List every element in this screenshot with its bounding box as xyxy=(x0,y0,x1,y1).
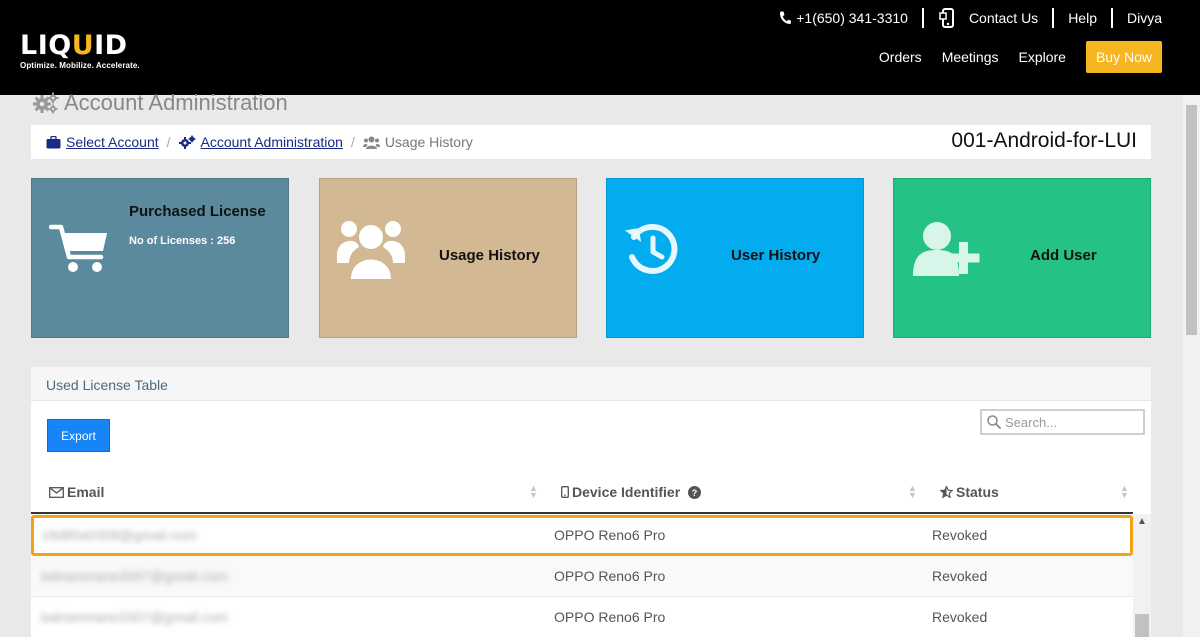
row-device: OPPO Reno6 Pro xyxy=(554,527,666,543)
search-input[interactable] xyxy=(1005,414,1135,430)
sort-status-icon[interactable]: ▲ ▼ xyxy=(1120,484,1129,500)
scroll-up-arrow[interactable]: ▲ xyxy=(1137,516,1147,527)
row-email: 18d85a0308@gmail.com xyxy=(41,527,197,543)
tile-add-user-title: Add User xyxy=(1030,247,1097,264)
contact-label: Contact Us xyxy=(968,10,1039,26)
user-menu[interactable]: Divya xyxy=(1113,8,1162,28)
logo-wordmark: LIQUID xyxy=(20,30,128,61)
crumb-account-admin: Account Administration xyxy=(178,134,343,150)
liquid-logo[interactable]: LIQUID Optimize. Mobilize. Accelerate. xyxy=(20,30,140,71)
mobile-icon xyxy=(561,486,569,498)
crumb-separator: / xyxy=(166,134,171,150)
top-links: +1(650) 341-3310 Contact Us Help Divya xyxy=(765,6,1162,30)
logo-tagline: Optimize. Mobilize. Accelerate. xyxy=(20,61,140,70)
crumb-current: Usage History xyxy=(362,134,473,150)
briefcase-icon xyxy=(46,135,61,148)
users-icon xyxy=(362,136,380,149)
search-box xyxy=(980,409,1145,435)
current-page-label: Usage History xyxy=(384,134,473,150)
phone-link[interactable]: +1(650) 341-3310 xyxy=(765,8,922,28)
row-email: balrammane3307@gmail.com xyxy=(41,609,228,625)
tile-purchased-title: Purchased License xyxy=(129,203,266,220)
table-row[interactable]: 18d85a0308@gmail.com OPPO Reno6 Pro Revo… xyxy=(31,515,1133,556)
tile-purchased-license[interactable]: Purchased License No of Licenses : 256 xyxy=(31,178,289,338)
users-icon xyxy=(337,221,405,279)
select-account-link[interactable]: Select Account xyxy=(66,134,159,150)
device-header-label: Device Identifier xyxy=(572,484,681,500)
column-header-email[interactable]: Email xyxy=(49,484,104,500)
row-email: balrammane3307@gmail.com xyxy=(41,568,228,584)
nav-meetings[interactable]: Meetings xyxy=(942,49,999,65)
svg-text:?: ? xyxy=(692,488,698,498)
sort-device-icon[interactable]: ▲ ▼ xyxy=(908,484,917,500)
table-row[interactable]: balrammane3307@gmail.com OPPO Reno6 Pro … xyxy=(31,597,1133,637)
header-underline xyxy=(31,512,1133,514)
star-half-icon xyxy=(940,486,953,498)
scroll-thumb[interactable] xyxy=(1135,614,1149,637)
main-nav: Orders Meetings Explore Buy Now xyxy=(859,41,1162,73)
page-scrollbar[interactable] xyxy=(1183,95,1200,637)
tile-usage-title: Usage History xyxy=(439,247,540,264)
mobile-icon xyxy=(939,8,954,28)
export-button[interactable]: Export xyxy=(47,419,110,452)
row-device: OPPO Reno6 Pro xyxy=(554,568,666,584)
envelope-icon xyxy=(49,486,64,498)
contact-link[interactable]: Contact Us xyxy=(924,8,1052,28)
buy-now-button[interactable]: Buy Now xyxy=(1085,41,1162,73)
top-header: LIQUID Optimize. Mobilize. Accelerate. +… xyxy=(0,0,1200,95)
crumb-select-account: Select Account xyxy=(46,134,159,150)
nav-orders[interactable]: Orders xyxy=(879,49,922,65)
phone-number: +1(650) 341-3310 xyxy=(796,10,908,26)
sort-email-icon[interactable]: ▲ ▼ xyxy=(529,484,538,500)
add-user-icon xyxy=(913,222,980,276)
tile-user-history-title: User History xyxy=(731,247,821,264)
column-header-status[interactable]: Status xyxy=(940,484,999,500)
gears-icon xyxy=(178,135,196,149)
search-icon xyxy=(987,415,1001,429)
used-license-panel: Used License Table Export Email ▲▼ Devic… xyxy=(31,367,1151,637)
row-status: Revoked xyxy=(932,527,988,543)
history-icon xyxy=(624,223,678,274)
tile-add-user[interactable]: Add User xyxy=(893,178,1151,338)
account-name: 001-Android-for-LUI xyxy=(951,129,1137,152)
tile-usage-history[interactable]: Usage History xyxy=(319,178,577,338)
help-icon[interactable]: ? xyxy=(688,485,702,499)
breadcrumb: Select Account / Account Administration … xyxy=(31,125,1151,159)
page-title-text: Account Administration xyxy=(64,90,288,115)
row-status: Revoked xyxy=(932,609,988,625)
page-title: Account Administration xyxy=(32,90,288,116)
phone-icon xyxy=(780,11,792,24)
gears-icon xyxy=(33,92,59,114)
status-header-label: Status xyxy=(956,484,999,500)
row-status: Revoked xyxy=(932,568,988,584)
panel-title: Used License Table xyxy=(31,367,1151,401)
email-header-label: Email xyxy=(67,484,105,500)
table-scrollbar[interactable]: ▲ xyxy=(1133,514,1151,637)
cart-icon xyxy=(49,224,107,272)
page-scroll-thumb[interactable] xyxy=(1186,105,1197,335)
nav-explore[interactable]: Explore xyxy=(1019,49,1066,65)
crumb-separator: / xyxy=(350,134,355,150)
account-admin-link[interactable]: Account Administration xyxy=(201,134,343,150)
column-header-device[interactable]: Device Identifier ? xyxy=(561,484,704,500)
help-link[interactable]: Help xyxy=(1054,8,1111,28)
row-device: OPPO Reno6 Pro xyxy=(554,609,666,625)
license-count: No of Licenses : 256 xyxy=(129,235,236,247)
table-row[interactable]: balrammane3307@gmail.com OPPO Reno6 Pro … xyxy=(31,556,1133,597)
tile-user-history[interactable]: User History xyxy=(606,178,864,338)
